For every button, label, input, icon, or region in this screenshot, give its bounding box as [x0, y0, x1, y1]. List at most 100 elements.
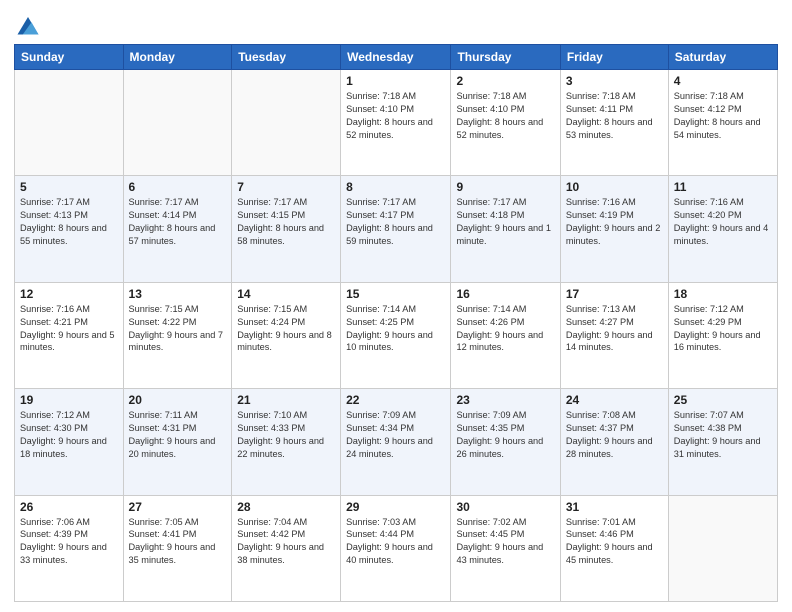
- day-info: Sunrise: 7:16 AM Sunset: 4:21 PM Dayligh…: [20, 303, 118, 355]
- day-number: 17: [566, 287, 663, 301]
- day-info: Sunrise: 7:16 AM Sunset: 4:19 PM Dayligh…: [566, 196, 663, 248]
- day-number: 6: [129, 180, 227, 194]
- calendar-cell: 6 Sunrise: 7:17 AM Sunset: 4:14 PM Daylig…: [123, 176, 232, 282]
- day-info: Sunrise: 7:18 AM Sunset: 4:12 PM Dayligh…: [674, 90, 772, 142]
- calendar-cell: 18 Sunrise: 7:12 AM Sunset: 4:29 PM Dayli…: [668, 282, 777, 388]
- calendar-cell: 15 Sunrise: 7:14 AM Sunset: 4:25 PM Dayli…: [341, 282, 451, 388]
- calendar-cell: 11 Sunrise: 7:16 AM Sunset: 4:20 PM Dayli…: [668, 176, 777, 282]
- calendar-cell: 25 Sunrise: 7:07 AM Sunset: 4:38 PM Dayli…: [668, 389, 777, 495]
- calendar-week-row: 1 Sunrise: 7:18 AM Sunset: 4:10 PM Daylig…: [15, 70, 778, 176]
- day-info: Sunrise: 7:18 AM Sunset: 4:10 PM Dayligh…: [346, 90, 445, 142]
- day-number: 14: [237, 287, 335, 301]
- calendar-cell: 10Sunrise: 7:16 AM Sunset: 4:19 PM Dayli…: [560, 176, 668, 282]
- calendar-cell: [15, 70, 124, 176]
- day-info: Sunrise: 7:02 AM Sunset: 4:45 PM Dayligh…: [456, 516, 554, 568]
- day-number: 4: [674, 74, 772, 88]
- day-number: 30: [456, 500, 554, 514]
- day-info: Sunrise: 7:17 AM Sunset: 4:17 PM Dayligh…: [346, 196, 445, 248]
- day-number: 11: [674, 180, 772, 194]
- calendar-cell: 16Sunrise: 7:14 AM Sunset: 4:26 PM Dayli…: [451, 282, 560, 388]
- day-number: 16: [456, 287, 554, 301]
- calendar-cell: 5 Sunrise: 7:17 AM Sunset: 4:13 PM Daylig…: [15, 176, 124, 282]
- day-info: Sunrise: 7:13 AM Sunset: 4:27 PM Dayligh…: [566, 303, 663, 355]
- calendar-week-row: 19 Sunrise: 7:12 AM Sunset: 4:30 PM Dayli…: [15, 389, 778, 495]
- calendar-cell: 27Sunrise: 7:05 AM Sunset: 4:41 PM Dayli…: [123, 495, 232, 601]
- day-info: Sunrise: 7:06 AM Sunset: 4:39 PM Dayligh…: [20, 516, 118, 568]
- day-info: Sunrise: 7:16 AM Sunset: 4:20 PM Dayligh…: [674, 196, 772, 248]
- calendar-cell: 13Sunrise: 7:15 AM Sunset: 4:22 PM Dayli…: [123, 282, 232, 388]
- weekday-header-wednesday: Wednesday: [341, 45, 451, 70]
- day-info: Sunrise: 7:07 AM Sunset: 4:38 PM Dayligh…: [674, 409, 772, 461]
- day-number: 1: [346, 74, 445, 88]
- calendar-cell: 21 Sunrise: 7:10 AM Sunset: 4:33 PM Dayli…: [232, 389, 341, 495]
- day-info: Sunrise: 7:17 AM Sunset: 4:15 PM Dayligh…: [237, 196, 335, 248]
- day-number: 27: [129, 500, 227, 514]
- calendar-table: SundayMondayTuesdayWednesdayThursdayFrid…: [14, 44, 778, 602]
- day-info: Sunrise: 7:09 AM Sunset: 4:34 PM Dayligh…: [346, 409, 445, 461]
- page: SundayMondayTuesdayWednesdayThursdayFrid…: [0, 0, 792, 612]
- calendar-cell: 17 Sunrise: 7:13 AM Sunset: 4:27 PM Dayli…: [560, 282, 668, 388]
- weekday-header-sunday: Sunday: [15, 45, 124, 70]
- day-info: Sunrise: 7:18 AM Sunset: 4:10 PM Dayligh…: [456, 90, 554, 142]
- calendar-week-row: 5 Sunrise: 7:17 AM Sunset: 4:13 PM Daylig…: [15, 176, 778, 282]
- day-info: Sunrise: 7:18 AM Sunset: 4:11 PM Dayligh…: [566, 90, 663, 142]
- logo: [14, 10, 46, 38]
- day-info: Sunrise: 7:12 AM Sunset: 4:30 PM Dayligh…: [20, 409, 118, 461]
- weekday-header-monday: Monday: [123, 45, 232, 70]
- day-info: Sunrise: 7:10 AM Sunset: 4:33 PM Dayligh…: [237, 409, 335, 461]
- weekday-header-saturday: Saturday: [668, 45, 777, 70]
- calendar-cell: [232, 70, 341, 176]
- day-number: 15: [346, 287, 445, 301]
- day-number: 29: [346, 500, 445, 514]
- calendar-cell: 7 Sunrise: 7:17 AM Sunset: 4:15 PM Daylig…: [232, 176, 341, 282]
- weekday-header-friday: Friday: [560, 45, 668, 70]
- day-number: 24: [566, 393, 663, 407]
- day-number: 28: [237, 500, 335, 514]
- day-number: 18: [674, 287, 772, 301]
- day-number: 8: [346, 180, 445, 194]
- day-info: Sunrise: 7:01 AM Sunset: 4:46 PM Dayligh…: [566, 516, 663, 568]
- calendar-cell: [123, 70, 232, 176]
- day-info: Sunrise: 7:04 AM Sunset: 4:42 PM Dayligh…: [237, 516, 335, 568]
- day-info: Sunrise: 7:17 AM Sunset: 4:18 PM Dayligh…: [456, 196, 554, 248]
- day-number: 7: [237, 180, 335, 194]
- day-info: Sunrise: 7:14 AM Sunset: 4:25 PM Dayligh…: [346, 303, 445, 355]
- calendar-cell: 30 Sunrise: 7:02 AM Sunset: 4:45 PM Dayli…: [451, 495, 560, 601]
- calendar-cell: 28 Sunrise: 7:04 AM Sunset: 4:42 PM Dayli…: [232, 495, 341, 601]
- weekday-header-tuesday: Tuesday: [232, 45, 341, 70]
- day-number: 3: [566, 74, 663, 88]
- day-number: 19: [20, 393, 118, 407]
- calendar-cell: [668, 495, 777, 601]
- day-number: 5: [20, 180, 118, 194]
- day-info: Sunrise: 7:17 AM Sunset: 4:13 PM Dayligh…: [20, 196, 118, 248]
- day-number: 23: [456, 393, 554, 407]
- calendar-cell: 29Sunrise: 7:03 AM Sunset: 4:44 PM Dayli…: [341, 495, 451, 601]
- day-number: 13: [129, 287, 227, 301]
- calendar-cell: 9Sunrise: 7:17 AM Sunset: 4:18 PM Daylig…: [451, 176, 560, 282]
- calendar-cell: 1 Sunrise: 7:18 AM Sunset: 4:10 PM Daylig…: [341, 70, 451, 176]
- calendar-cell: 31Sunrise: 7:01 AM Sunset: 4:46 PM Dayli…: [560, 495, 668, 601]
- day-info: Sunrise: 7:17 AM Sunset: 4:14 PM Dayligh…: [129, 196, 227, 248]
- calendar-week-row: 26 Sunrise: 7:06 AM Sunset: 4:39 PM Dayli…: [15, 495, 778, 601]
- day-info: Sunrise: 7:15 AM Sunset: 4:24 PM Dayligh…: [237, 303, 335, 355]
- calendar-header-row: SundayMondayTuesdayWednesdayThursdayFrid…: [15, 45, 778, 70]
- day-info: Sunrise: 7:08 AM Sunset: 4:37 PM Dayligh…: [566, 409, 663, 461]
- calendar-cell: 19 Sunrise: 7:12 AM Sunset: 4:30 PM Dayli…: [15, 389, 124, 495]
- calendar-cell: 2 Sunrise: 7:18 AM Sunset: 4:10 PM Daylig…: [451, 70, 560, 176]
- header: [14, 10, 778, 38]
- day-number: 2: [456, 74, 554, 88]
- day-info: Sunrise: 7:12 AM Sunset: 4:29 PM Dayligh…: [674, 303, 772, 355]
- weekday-header-thursday: Thursday: [451, 45, 560, 70]
- day-number: 26: [20, 500, 118, 514]
- calendar-week-row: 12 Sunrise: 7:16 AM Sunset: 4:21 PM Dayli…: [15, 282, 778, 388]
- day-number: 21: [237, 393, 335, 407]
- calendar-cell: 23Sunrise: 7:09 AM Sunset: 4:35 PM Dayli…: [451, 389, 560, 495]
- calendar-cell: 8 Sunrise: 7:17 AM Sunset: 4:17 PM Daylig…: [341, 176, 451, 282]
- day-number: 25: [674, 393, 772, 407]
- calendar-cell: 20Sunrise: 7:11 AM Sunset: 4:31 PM Dayli…: [123, 389, 232, 495]
- logo-icon: [14, 10, 42, 38]
- calendar-cell: 24 Sunrise: 7:08 AM Sunset: 4:37 PM Dayli…: [560, 389, 668, 495]
- calendar-cell: 14 Sunrise: 7:15 AM Sunset: 4:24 PM Dayli…: [232, 282, 341, 388]
- day-number: 12: [20, 287, 118, 301]
- day-number: 20: [129, 393, 227, 407]
